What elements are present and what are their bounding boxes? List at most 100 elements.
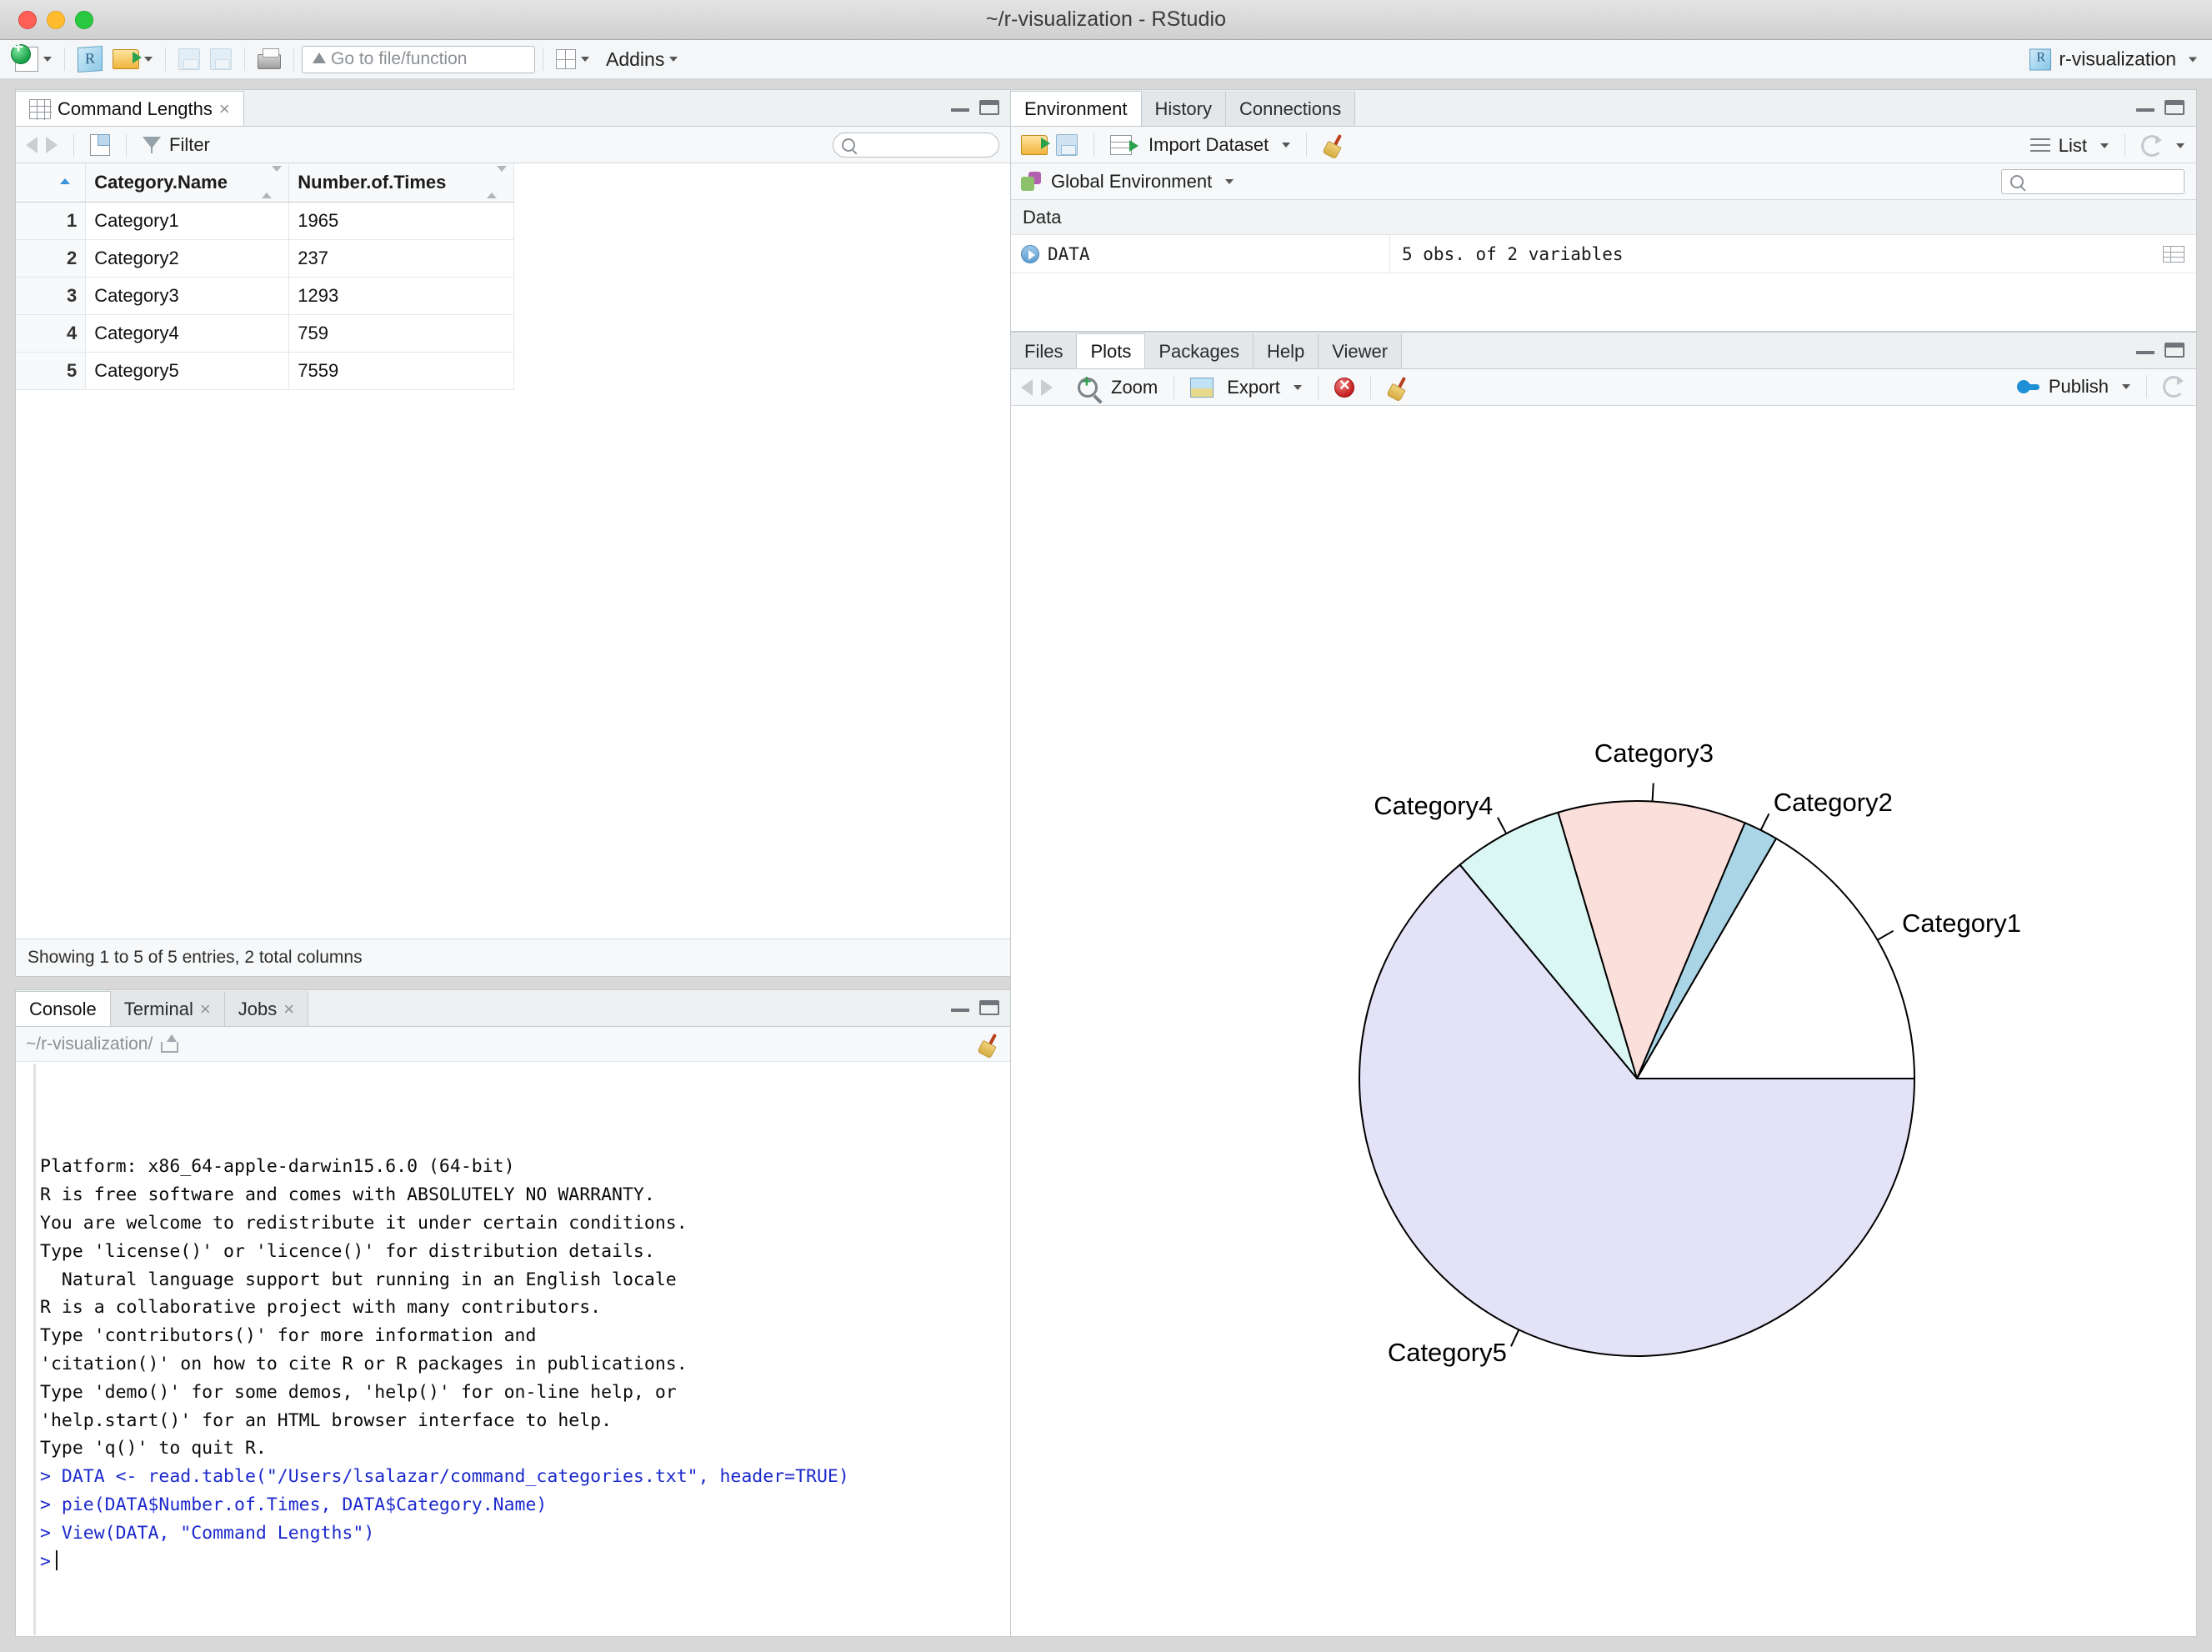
plots-pane-window-controls[interactable] (2136, 343, 2184, 358)
tab-connections[interactable]: Connections (1225, 91, 1356, 126)
object-name-cell[interactable]: DATA (1011, 235, 1390, 273)
global-environment-label[interactable]: Global Environment (1051, 171, 1212, 193)
console-output[interactable]: Platform: x86_64-apple-darwin15.6.0 (64-… (17, 1064, 1010, 1635)
remove-plot-icon[interactable] (1334, 374, 1354, 398)
filter-icon[interactable] (143, 136, 161, 153)
tab-jobs[interactable]: Jobs × (224, 991, 309, 1026)
close-icon[interactable]: × (283, 999, 294, 1020)
chevron-down-icon[interactable] (581, 57, 589, 62)
goto-file-function-input[interactable]: Go to file/function (302, 45, 535, 73)
plot-canvas[interactable]: Category1 Category2 Category3 Category4 Cate… (1012, 407, 2195, 1635)
new-project-button[interactable] (73, 43, 108, 76)
table-header-row: Category.Name Number.of.Times (16, 163, 514, 203)
column-header-category-name[interactable]: Category.Name (85, 163, 290, 203)
table-row[interactable]: 5 Category5 7559 (16, 352, 514, 390)
working-directory-label[interactable]: ~/r-visualization/ (26, 1034, 153, 1054)
clear-all-plots-icon[interactable] (1387, 377, 1409, 398)
tab-viewer[interactable]: Viewer (1319, 333, 1403, 368)
import-dataset-label[interactable]: Import Dataset (1149, 134, 1269, 156)
chevron-down-icon[interactable] (2176, 143, 2184, 148)
list-view-icon[interactable] (2029, 138, 2050, 153)
maximize-pane-icon[interactable] (2164, 100, 2184, 115)
clear-environment-icon[interactable] (1323, 134, 1344, 156)
zoom-window-button[interactable] (75, 10, 93, 29)
maximize-pane-icon[interactable] (979, 100, 999, 115)
chevron-down-icon[interactable] (1282, 142, 1291, 148)
console-pane-window-controls[interactable] (951, 1000, 999, 1015)
object-value-cell: 5 obs. of 2 variables (1390, 235, 2196, 273)
minimize-window-button[interactable] (47, 10, 65, 29)
new-file-button[interactable] (10, 38, 57, 76)
minimize-pane-icon[interactable] (2136, 347, 2154, 354)
sort-arrows-icon[interactable] (262, 166, 283, 198)
tab-packages[interactable]: Packages (1145, 333, 1254, 368)
data-pane-window-controls[interactable] (951, 100, 999, 115)
environment-pane-window-controls[interactable] (2136, 100, 2184, 115)
save-workspace-icon[interactable] (1056, 133, 1078, 156)
tab-environment[interactable]: Environment (1011, 91, 1142, 126)
environment-object-row[interactable]: DATA 5 obs. of 2 variables (1011, 235, 2196, 273)
column-header-rownum[interactable] (16, 163, 87, 203)
window-traffic-lights[interactable] (18, 10, 93, 29)
table-row[interactable]: 3 Category3 1293 (16, 277, 514, 315)
chevron-down-icon[interactable] (1225, 178, 1234, 184)
chevron-down-icon[interactable] (2189, 57, 2197, 62)
tab-help[interactable]: Help (1254, 333, 1319, 368)
cell-number-of-times: 7559 (288, 352, 514, 390)
tab-command-lengths[interactable]: Command Lengths × (16, 91, 244, 126)
column-header-number-of-times[interactable]: Number.of.Times (288, 163, 514, 203)
project-selector[interactable]: r-visualization (2029, 48, 2197, 71)
table-row[interactable]: 1 Category1 1965 (16, 202, 514, 240)
table-row[interactable]: 4 Category4 759 (16, 314, 514, 353)
console-prompt[interactable]: > (40, 1548, 1010, 1576)
chevron-down-icon[interactable] (2100, 143, 2109, 148)
close-icon[interactable]: × (219, 98, 230, 120)
workspace-panes-button[interactable] (551, 43, 594, 76)
chevron-down-icon[interactable] (144, 57, 153, 62)
tab-console[interactable]: Console (16, 991, 111, 1026)
environment-search-input[interactable] (2001, 169, 2184, 194)
maximize-pane-icon[interactable] (2164, 343, 2184, 358)
save-button[interactable] (173, 43, 205, 76)
tab-history[interactable]: History (1141, 91, 1226, 126)
load-workspace-icon[interactable] (1021, 134, 1050, 155)
close-icon[interactable]: × (200, 999, 211, 1020)
refresh-icon[interactable] (2141, 135, 2163, 157)
view-mode-label[interactable]: List (2059, 135, 2087, 157)
chevron-down-icon[interactable] (2122, 384, 2130, 389)
addins-button[interactable]: Addins (594, 43, 683, 76)
save-all-button[interactable] (205, 43, 237, 76)
tab-plots[interactable]: Plots (1077, 333, 1146, 368)
data-search-input[interactable] (833, 133, 999, 158)
open-file-button[interactable] (108, 43, 158, 76)
data-viewer-pane: Command Lengths × Filter Category.Name N… (15, 89, 1012, 977)
maximize-pane-icon[interactable] (979, 1000, 999, 1015)
expand-object-icon[interactable] (1021, 244, 1039, 263)
table-row[interactable]: 2 Category2 237 (16, 239, 514, 278)
minimize-pane-icon[interactable] (951, 104, 969, 112)
chevron-down-icon[interactable] (669, 57, 678, 62)
chevron-down-icon[interactable] (1293, 384, 1302, 390)
print-button[interactable] (253, 43, 286, 76)
pie-slice-label: Category1 (1902, 908, 2022, 938)
view-table-icon[interactable] (2163, 245, 2184, 263)
sort-arrows-icon[interactable] (487, 166, 507, 198)
open-directory-icon[interactable] (161, 1034, 179, 1053)
filter-label[interactable]: Filter (169, 134, 210, 156)
minimize-pane-icon[interactable] (2136, 104, 2154, 112)
clear-console-icon[interactable] (978, 1034, 999, 1055)
tab-terminal[interactable]: Terminal × (110, 991, 225, 1026)
forward-arrow-icon[interactable] (46, 136, 58, 153)
tab-files[interactable]: Files (1011, 333, 1078, 368)
open-in-new-window-icon[interactable] (90, 133, 110, 156)
close-window-button[interactable] (18, 10, 37, 29)
refresh-plot-icon[interactable] (2163, 376, 2184, 398)
back-arrow-icon[interactable] (26, 136, 38, 153)
zoom-label[interactable]: Zoom (1111, 377, 1158, 398)
previous-plot-icon[interactable] (1021, 378, 1033, 396)
export-label[interactable]: Export (1227, 377, 1280, 398)
chevron-down-icon[interactable] (43, 57, 52, 62)
minimize-pane-icon[interactable] (951, 1004, 969, 1012)
next-plot-icon[interactable] (1041, 378, 1053, 396)
publish-label[interactable]: Publish (2049, 376, 2109, 398)
